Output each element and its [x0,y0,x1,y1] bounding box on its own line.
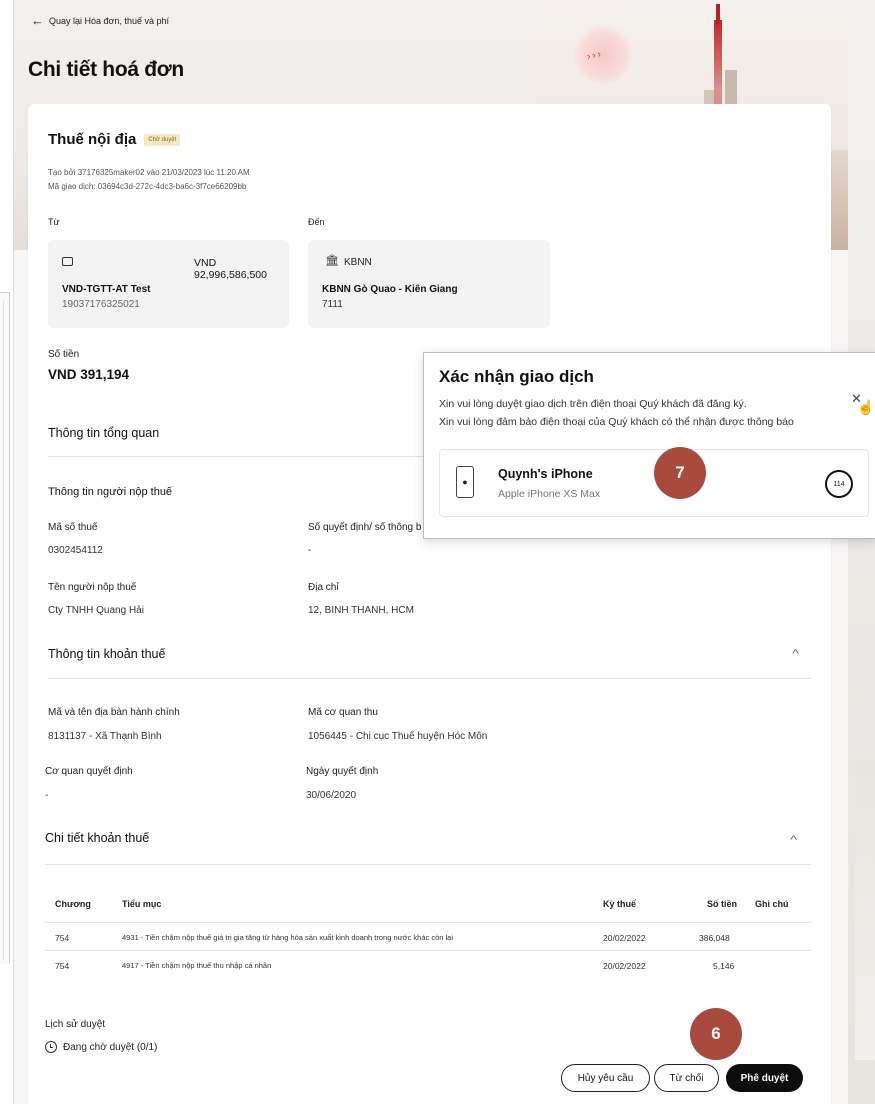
table-cell-chapter: 754 [55,933,70,943]
to-bank: KBNN [344,257,372,268]
tax-header: Thuế nội địa Chờ duyệt [48,131,181,148]
history-status: Đang chờ duyệt (0/1) [45,1041,157,1053]
bank-icon: 🏛 [325,255,339,267]
table-header-item: Tiểu mục [122,899,162,909]
confirm-transaction-dialog: Xác nhận giao dịch Xin vui lòng duyệt gi… [423,352,875,539]
chevron-up-icon[interactable]: ^ [792,648,799,660]
address-value: 12, BINH THANH, HCM [308,605,414,616]
to-label: Đến [308,217,325,227]
page-title: Chi tiết hoá đơn [28,58,184,81]
amount-label: Số tiền [48,349,80,360]
payer-section-title: Thông tin người nộp thuế [48,486,173,498]
clock-icon [45,1041,57,1053]
dialog-title: Xác nhận giao dịch [439,367,594,386]
approve-button[interactable]: Phê duyệt [726,1064,803,1092]
payer-name-label: Tên người nộp thuế [48,582,137,593]
divider [45,864,811,865]
tax-code-value: 0302454112 [48,545,103,556]
detail-section-title: Chi tiết khoản thuế [45,831,150,845]
table-header-period: Kỳ thuế [603,899,637,909]
background-window-edge-inner [0,300,4,960]
agency-value: 1056445 - Chi cục Thuế huyện Hóc Môn [308,731,488,742]
table-cell-item: 4931 - Tiền chậm nộp thuế giá trị gia tă… [122,933,454,942]
overview-section-title[interactable]: Thông tin tổng quan [48,426,159,440]
from-account-name: VND-TGTT-AT Test [62,284,151,295]
device-model: Apple iPhone XS Max [498,488,601,500]
table-header-note: Ghi chú [755,899,789,909]
transaction-id-text: Mã giao dịch: 03694c3d-272c-4dc3-ba6c-3f… [48,182,247,191]
step-marker-7: 7 [654,447,706,499]
smartphone-icon: ● [456,466,474,498]
agency-label: Mã cơ quan thu [308,707,378,718]
amount-value: VND 391,194 [48,367,130,382]
app-window: ››› ← Quay lại Hóa đơn, thuế và phí Chi … [13,0,848,1104]
from-account-box: VND 92,996,586,500 VND-TGTT-AT Test 1903… [48,240,289,328]
table-divider [45,950,811,951]
wallet-icon [62,257,73,266]
tax-info-section-title: Thông tin khoản thuế [48,647,166,661]
history-status-text: Đang chờ duyệt (0/1) [63,1041,158,1053]
decider-label: Cơ quan quyết định [45,766,133,777]
table-header-amount: Số tiền [707,899,738,909]
device-name: Quynh's iPhone [498,467,593,481]
countdown-timer: 114 [825,470,853,498]
table-header-chapter: Chương [55,899,91,909]
table-cell-item: 4917 - Tiền chậm nộp thuế thu nhập cá nh… [122,961,272,970]
table-divider [45,922,811,923]
back-link-label: Quay lại Hóa đơn, thuế và phí [49,16,169,26]
status-badge: Chờ duyệt [144,133,181,146]
step-marker-6: 6 [690,1008,742,1060]
to-account-box: 🏛 KBNN KBNN Gò Quao - Kiên Giang 7111 [308,240,550,328]
to-account-name: KBNN Gò Quao - Kiên Giang [322,284,458,295]
screen: ››› ← Quay lại Hóa đơn, thuế và phí Chi … [0,0,875,1104]
from-label: Từ [48,217,60,227]
decision-number-label: Số quyết định/ số thông b [308,522,422,533]
decider-value: - [45,790,49,801]
divider [48,678,811,679]
to-account-code: 7111 [322,299,343,310]
table-cell-period: 20/02/2022 [603,933,646,943]
decision-date-label: Ngày quyết định [306,766,379,777]
created-by-text: Tạo bởi 37176325maker02 vào 21/03/2023 l… [48,168,250,177]
invoice-card: Thuế nội địa Chờ duyệt Tạo bởi 37176325m… [28,104,831,1104]
back-link[interactable]: ← Quay lại Hóa đơn, thuế và phí [31,13,169,28]
arrow-left-icon: ← [31,13,44,28]
pointer-hand-icon: ☝ [857,399,875,415]
area-value: 8131137 - Xã Thạnh Bình [48,731,162,742]
from-balance: VND 92,996,586,500 [194,257,267,281]
tax-title: Thuế nội địa [48,131,137,148]
from-account-number: 19037176325021 [62,299,140,310]
decision-date-value: 30/06/2020 [306,790,357,801]
table-cell-chapter: 754 [55,961,70,971]
table-cell-amount: 386,048 [699,933,730,943]
chevron-up-icon[interactable]: ^ [790,834,797,846]
table-cell-period: 20/02/2022 [603,961,646,971]
background-right-strip-lower [855,760,875,1060]
history-title: Lịch sử duyệt [45,1019,106,1030]
reject-button[interactable]: Từ chối [654,1064,719,1092]
tower-spire-shape [716,4,720,24]
tax-code-label: Mã số thuế [48,522,98,533]
dialog-instruction-2: Xin vui lòng đảm bảo điện thoại của Quý … [439,416,794,428]
cancel-request-button[interactable]: Hủy yêu cầu [561,1064,650,1092]
dialog-instruction-1: Xin vui lòng duyệt giao dịch trên điện t… [439,398,747,410]
area-label: Mã và tên địa bàn hành chính [48,707,180,718]
registered-device-card: ● Quynh's iPhone Apple iPhone XS Max 114 [439,449,869,517]
payer-name-value: Cty TNHH Quang Hải [48,605,144,616]
address-label: Địa chỉ [308,582,339,593]
table-cell-amount: 5,146 [713,961,735,971]
decision-number-value: - [308,545,312,556]
